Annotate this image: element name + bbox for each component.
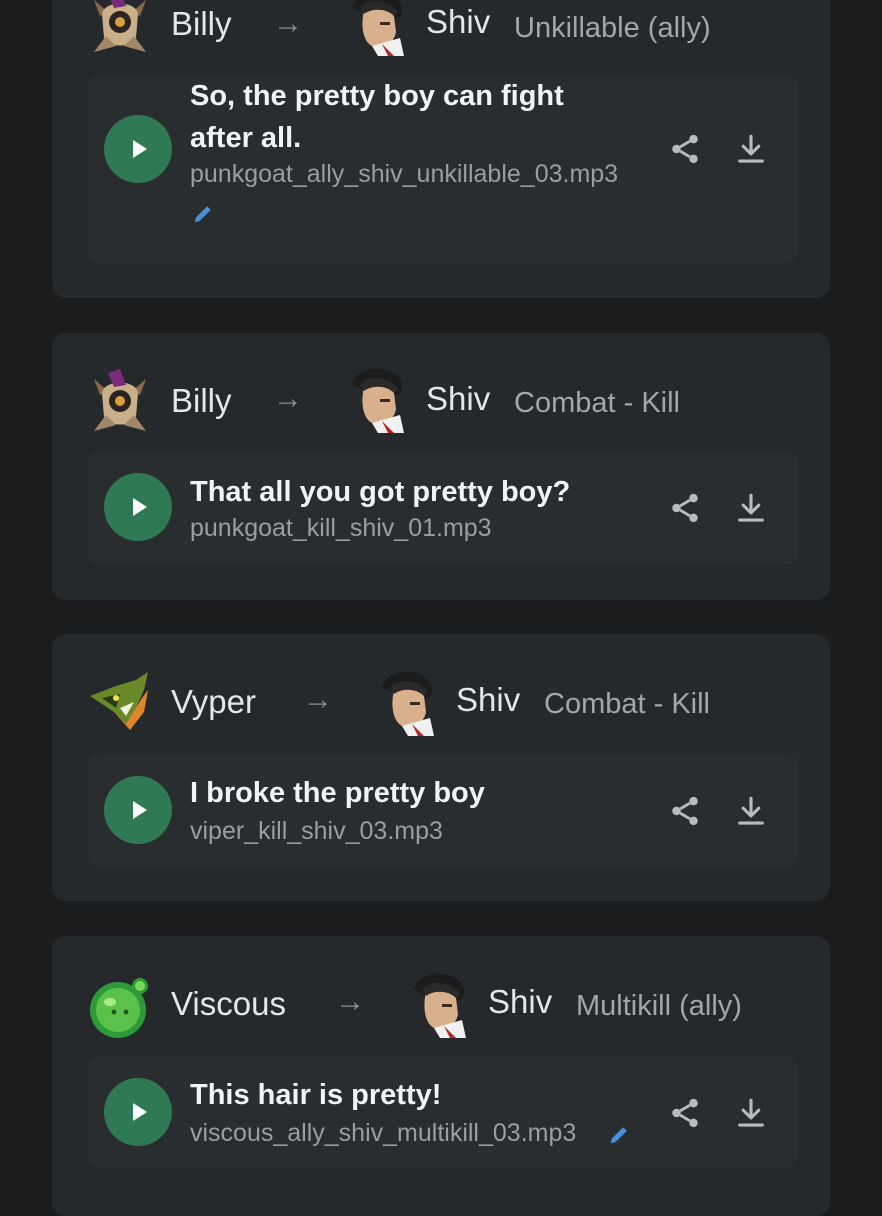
arrow-icon: → — [303, 683, 333, 716]
audio-clip: So, the pretty boy can fight after all. … — [88, 75, 798, 263]
viscous-avatar-icon — [86, 972, 154, 1040]
file-name: punkgoat_ally_shiv_unkillable_03.mp3 — [190, 160, 619, 188]
voiceline-tag: Combat - Kill — [544, 688, 710, 720]
voiceline-tag: Combat - Kill — [514, 387, 680, 419]
quote-line-1: So, the pretty boy can fight — [190, 80, 564, 112]
voiceline-card: Viscous → Shiv Multikill (ally) This hai… — [52, 936, 830, 1216]
file-name: punkgoat_kill_shiv_01.mp3 — [190, 514, 492, 542]
vyper-avatar-icon — [86, 668, 154, 736]
target-name: Shiv — [426, 380, 491, 417]
download-icon[interactable] — [734, 132, 768, 166]
share-icon[interactable] — [668, 491, 702, 525]
card-header: Billy → Shiv Unkillable (ally) — [52, 0, 830, 56]
shiv-avatar-icon — [342, 0, 410, 56]
arrow-icon: → — [273, 7, 303, 40]
billy-avatar-icon — [86, 365, 154, 433]
quote-text: This hair is pretty! — [190, 1079, 442, 1111]
arrow-icon: → — [273, 382, 303, 415]
voiceline-tag: Multikill (ally) — [576, 990, 742, 1022]
shiv-avatar-icon — [342, 365, 410, 433]
audio-clip: I broke the pretty boy viper_kill_shiv_0… — [88, 754, 798, 866]
play-button[interactable] — [104, 1078, 172, 1146]
share-icon[interactable] — [668, 132, 702, 166]
card-header: Viscous → Shiv Multikill (ally) — [52, 970, 830, 1040]
speaker-name: Billy — [171, 5, 232, 42]
voiceline-tag: Unkillable (ally) — [514, 12, 711, 44]
voiceline-card: Billy → Shiv Unkillable (ally) So, the p… — [52, 0, 830, 298]
download-icon[interactable] — [734, 491, 768, 525]
play-button[interactable] — [104, 473, 172, 541]
quote-text: I broke the pretty boy — [190, 777, 485, 809]
audio-clip: This hair is pretty! viscous_ally_shiv_m… — [88, 1056, 798, 1168]
audio-clip: That all you got pretty boy? punkgoat_ki… — [88, 451, 798, 565]
voiceline-card: Vyper → Shiv Combat - Kill I broke the p… — [52, 634, 830, 901]
target-name: Shiv — [456, 681, 521, 718]
card-header: Billy → Shiv Combat - Kill — [52, 365, 830, 435]
shiv-avatar-icon — [404, 970, 472, 1038]
card-header: Vyper → Shiv Combat - Kill — [52, 668, 830, 738]
file-name: viper_kill_shiv_03.mp3 — [190, 817, 443, 845]
pencil-icon[interactable] — [608, 1124, 630, 1146]
shiv-avatar-icon — [372, 668, 440, 736]
billy-avatar-icon — [86, 0, 154, 54]
file-name: viscous_ally_shiv_multikill_03.mp3 — [190, 1119, 577, 1147]
share-icon[interactable] — [668, 1096, 702, 1130]
speaker-name: Viscous — [171, 985, 286, 1022]
target-name: Shiv — [426, 3, 491, 40]
play-button[interactable] — [104, 776, 172, 844]
voiceline-card: Billy → Shiv Combat - Kill That all you … — [52, 333, 830, 600]
play-button[interactable] — [104, 115, 172, 183]
download-icon[interactable] — [734, 794, 768, 828]
quote-line-2: after all. — [190, 122, 302, 154]
arrow-icon: → — [335, 985, 365, 1018]
pencil-icon[interactable] — [192, 203, 214, 225]
quote-text: That all you got pretty boy? — [190, 476, 571, 508]
download-icon[interactable] — [734, 1096, 768, 1130]
speaker-name: Billy — [171, 382, 232, 419]
speaker-name: Vyper — [171, 683, 256, 720]
target-name: Shiv — [488, 983, 553, 1020]
share-icon[interactable] — [668, 794, 702, 828]
